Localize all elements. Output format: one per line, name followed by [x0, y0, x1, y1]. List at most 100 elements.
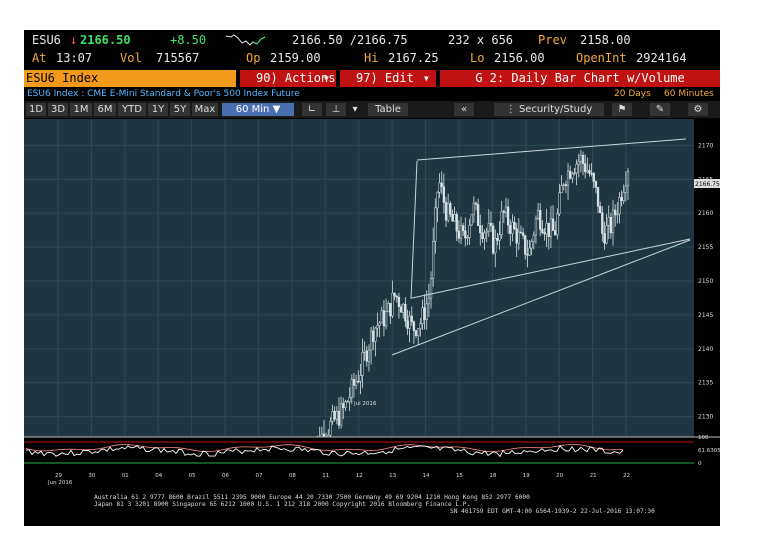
- candle-body: [442, 186, 446, 203]
- candle-body: [393, 292, 396, 297]
- candle-body: [468, 224, 471, 238]
- candle-body: [389, 302, 392, 317]
- period-max[interactable]: Max: [192, 103, 218, 116]
- candle-body: [607, 217, 610, 226]
- candle-body: [339, 403, 343, 426]
- candle-body: [513, 221, 516, 229]
- candle-body: [622, 192, 625, 201]
- security-field[interactable]: ESU6 Index: [24, 70, 236, 87]
- bloomberg-terminal: ESU6 ↓ 2166.50 +8.50 2166.50 /2166.75 23…: [24, 30, 720, 526]
- candle-body: [436, 192, 439, 209]
- candle-body: [331, 410, 334, 422]
- volume: 715567: [156, 51, 200, 65]
- price-chart[interactable]: 217021652160215521502145214021352130 216…: [24, 119, 720, 526]
- candle-body: [374, 327, 377, 342]
- candle-body: [474, 202, 478, 205]
- candle-body: [532, 234, 535, 242]
- edit-label: 97) Edit: [356, 71, 414, 85]
- candle-body: [476, 204, 480, 226]
- quote-row-2: At 13:07 Vol 715567 Op 2159.00 Hi 2167.2…: [24, 50, 720, 66]
- candle-body: [566, 170, 570, 186]
- x-tick-label: 11: [322, 473, 329, 479]
- candle-body: [412, 321, 416, 331]
- candle-body: [459, 225, 463, 239]
- candle-body: [551, 218, 555, 231]
- dropdown-icon: ▾: [322, 71, 330, 85]
- actions-menu-button[interactable]: 90) Actions ▾: [240, 70, 336, 87]
- x-tick-label: 29: [55, 473, 62, 479]
- candle-body: [498, 234, 501, 241]
- candle-body: [438, 182, 441, 193]
- price-change: +8.50: [170, 33, 207, 47]
- period-3d[interactable]: 3D: [48, 103, 68, 116]
- period-1d[interactable]: 1D: [26, 103, 46, 116]
- candle-body: [494, 237, 497, 254]
- candle-body: [402, 303, 405, 313]
- candle-body: [626, 171, 630, 187]
- candle-body: [515, 228, 518, 244]
- candle-body: [506, 206, 510, 226]
- candle-body: [577, 161, 580, 165]
- period-6m[interactable]: 6M: [94, 103, 116, 116]
- candle-body: [594, 181, 598, 188]
- period-ytd[interactable]: YTD: [118, 103, 146, 116]
- candle-body: [481, 232, 484, 239]
- candle-body: [423, 307, 426, 320]
- candle-body: [483, 232, 486, 239]
- interval-select[interactable]: 60 Min ▼: [222, 103, 294, 116]
- period-1m[interactable]: 1M: [70, 103, 92, 116]
- candle-body: [354, 381, 358, 386]
- bar-type-dropdown-icon[interactable]: ▾: [348, 103, 362, 116]
- candle-body: [509, 224, 512, 234]
- candle-body: [378, 322, 381, 326]
- candle-body: [369, 330, 373, 351]
- candle-body: [421, 307, 424, 324]
- line-chart-icon[interactable]: ∟: [302, 103, 322, 116]
- candle-body: [479, 225, 482, 234]
- x-tick-label: 21: [590, 473, 597, 479]
- candle-body: [352, 379, 356, 386]
- y-tick-label: 2150: [698, 278, 713, 285]
- candle-body: [489, 223, 493, 227]
- candle-body: [491, 225, 495, 254]
- edit-menu-button[interactable]: 97) Edit ▾: [340, 70, 436, 87]
- flag-icon[interactable]: ⚑: [612, 103, 632, 116]
- osc-tick-label: 100: [698, 435, 709, 441]
- security-description-row: ESU6 Index : CME E-Mini Standard & Poor'…: [24, 88, 720, 100]
- table-button[interactable]: Table: [368, 103, 408, 116]
- candle-body: [429, 278, 433, 299]
- footer-contacts-1: Australia 61 2 9777 8600 Brazil 5511 239…: [94, 494, 530, 501]
- period-1y[interactable]: 1Y: [148, 103, 168, 116]
- candle-body: [588, 170, 591, 174]
- collapse-icon[interactable]: «: [454, 103, 474, 116]
- bar-interval[interactable]: 60 Minutes: [664, 88, 714, 100]
- candle-body: [528, 247, 531, 256]
- open-interest-label: OpenInt: [576, 51, 627, 65]
- bid-ask: 2166.50 /2166.75: [292, 33, 408, 47]
- candle-body: [554, 230, 557, 236]
- quote-time: 13:07: [56, 51, 93, 65]
- candle-body: [601, 212, 604, 234]
- settings-gear-icon[interactable]: ⚙: [688, 103, 708, 116]
- edit-chart-icon[interactable]: ✎: [650, 103, 670, 116]
- y-tick-label: 2135: [698, 380, 713, 387]
- candle-body: [451, 214, 454, 222]
- x-tick-label: 12: [356, 473, 363, 479]
- candle-body: [346, 401, 349, 403]
- security-study-button[interactable]: ⋮ Security/Study: [494, 103, 604, 116]
- y-tick-label: 2130: [698, 414, 713, 421]
- date-range[interactable]: 20 Days: [614, 88, 651, 100]
- candle-body: [432, 241, 435, 280]
- candle-body: [333, 410, 336, 420]
- candle-body: [397, 297, 401, 308]
- x-tick-label: 20: [556, 473, 563, 479]
- candle-body: [616, 213, 619, 216]
- candle-body: [586, 170, 589, 173]
- candle-body: [599, 206, 602, 213]
- bar-type-icon[interactable]: ⊥: [326, 103, 346, 116]
- period-5y[interactable]: 5Y: [170, 103, 190, 116]
- candle-body: [457, 230, 461, 239]
- candle-body: [620, 196, 623, 201]
- open-label: Op: [246, 51, 261, 65]
- candle-body: [560, 185, 563, 194]
